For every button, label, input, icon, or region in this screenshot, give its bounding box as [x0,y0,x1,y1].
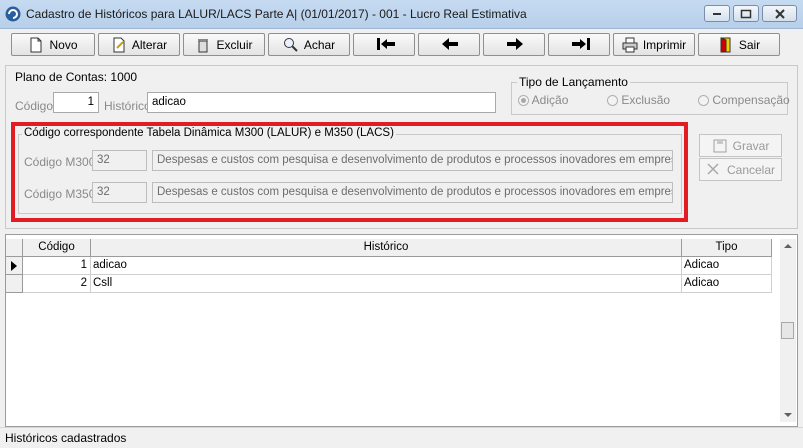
row-indicator [6,257,23,275]
sair-label: Sair [738,37,761,52]
cancelar-label: Cancelar [726,162,776,177]
gravar-button[interactable]: Gravar [699,134,782,157]
current-row-arrow-icon [11,261,17,271]
radio-compensacao-label: Compensação [712,93,790,107]
minimize-button[interactable] [704,5,730,22]
codigo-label: Código [15,99,54,113]
gravar-label: Gravar [732,138,770,153]
title-bar: Cadastro de Históricos para LALUR/LACS P… [0,0,803,29]
radio-exclusao-label: Exclusão [621,93,671,107]
radio-compensacao-circle[interactable] [698,95,709,107]
m300-code-input[interactable]: 32 [92,150,147,171]
new-document-icon [28,37,44,53]
radio-exclusao-circle[interactable] [607,95,618,107]
table-row-1-codigo[interactable]: 1 [23,257,91,275]
previous-record-button[interactable] [418,33,480,56]
table-row-2-codigo[interactable]: 2 [23,275,91,293]
alterar-button[interactable]: Alterar [98,33,180,56]
trash-icon [195,37,211,53]
next-record-icon [506,37,523,53]
table-row-2-historico[interactable]: Csll [91,275,682,293]
achar-button[interactable]: Achar [268,33,350,56]
historicos-grid[interactable]: Código Histórico Tipo 1 adicao Adicao 2 … [5,234,798,427]
first-record-button[interactable] [353,33,415,56]
alterar-label: Alterar [131,37,168,52]
novo-button[interactable]: Novo [11,33,95,56]
tabela-dinamica-label: Código correspondente Tabela Dinâmica M3… [22,127,396,139]
vertical-scrollbar[interactable] [780,239,796,422]
table-row-1-tipo[interactable]: Adicao [682,257,772,275]
printer-icon [622,37,638,53]
column-header-tipo[interactable]: Tipo [682,239,772,257]
table-row-1-historico[interactable]: adicao [91,257,682,275]
table-row-2-tipo[interactable]: Adicao [682,275,772,293]
excluir-button[interactable]: Excluir [183,33,265,56]
exit-door-icon [718,36,734,53]
achar-label: Achar [303,37,336,52]
scroll-down-icon[interactable] [784,412,792,418]
scroll-up-icon[interactable] [784,243,792,249]
sair-button[interactable]: Sair [698,33,780,56]
row-indicator [6,275,23,293]
m300-description-field: Despesas e custos com pesquisa e desenvo… [152,150,673,171]
excluir-label: Excluir [216,37,253,52]
radio-adicao-label: Adição [531,93,569,107]
minimize-icon [713,12,721,15]
radio-adicao[interactable]: Adição [518,93,568,107]
m350-description-field: Despesas e custos com pesquisa e desenvo… [152,182,673,203]
last-record-button[interactable] [548,33,610,56]
novo-label: Novo [49,37,78,52]
cancel-x-icon [706,162,722,178]
status-text: Históricos cadastrados [5,431,127,445]
codigo-input[interactable]: 1 [53,92,99,113]
status-bar: Históricos cadastrados [0,427,803,448]
historico-input[interactable]: adicao [147,92,496,113]
plano-de-contas-label: Plano de Contas: 1000 [15,70,138,84]
close-button[interactable] [762,5,797,22]
radio-exclusao[interactable]: Exclusão [607,93,670,107]
row-indicator-header [6,239,23,257]
save-icon [712,138,728,154]
window-title: Cadastro de Históricos para LALUR/LACS P… [26,7,527,21]
m350-code-input[interactable]: 32 [92,182,147,203]
last-record-icon [571,37,590,53]
scrollbar-thumb[interactable] [781,322,794,339]
historico-label: Histórico [104,99,151,113]
radio-compensacao[interactable]: Compensação [698,93,790,107]
maximize-button[interactable] [733,5,759,22]
close-icon [774,8,785,19]
column-header-codigo[interactable]: Código [23,239,91,257]
edit-document-icon [111,37,127,53]
search-icon [283,37,299,53]
app-icon [5,6,21,22]
imprimir-label: Imprimir [642,37,687,52]
previous-record-icon [441,37,458,53]
column-header-historico[interactable]: Histórico [91,239,682,257]
next-record-button[interactable] [483,33,545,56]
first-record-icon [376,37,395,53]
m300-label: Código M300 [24,155,96,169]
cancelar-button[interactable]: Cancelar [699,158,782,181]
maximize-icon [740,9,752,18]
radio-adicao-circle[interactable] [518,95,529,107]
m350-label: Código M350 [24,187,96,201]
imprimir-button[interactable]: Imprimir [613,33,695,56]
tipo-lancamento-label: Tipo de Lançamento [517,75,630,89]
